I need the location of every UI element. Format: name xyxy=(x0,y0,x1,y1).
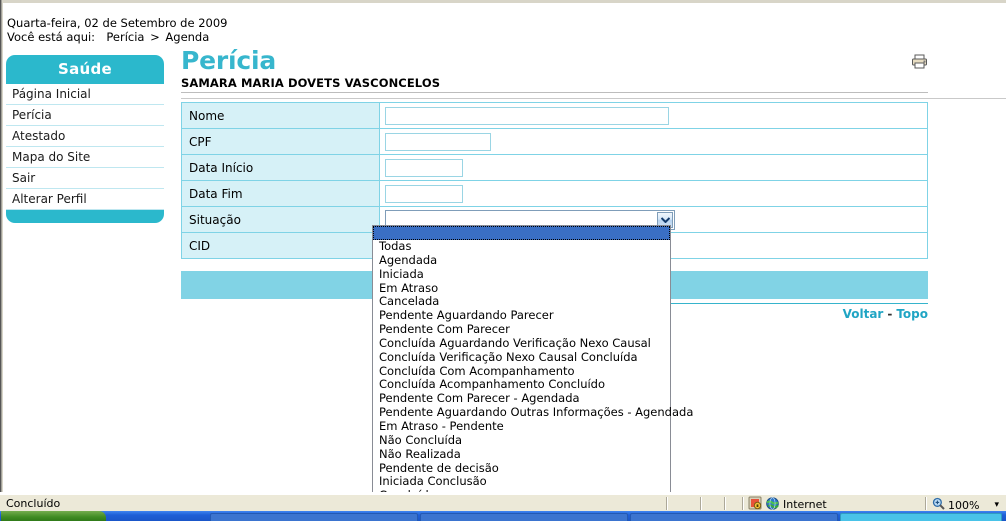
status-divider-5 xyxy=(925,497,927,510)
sidebar-footer xyxy=(6,210,164,223)
sidebar: Saúde Página Inicial Perícia Atestado Ma… xyxy=(6,55,164,223)
situacao-option[interactable]: Pendente Com Parecer xyxy=(373,322,670,337)
sidebar-item-pagina-inicial[interactable]: Página Inicial xyxy=(6,84,164,105)
situacao-option[interactable]: Pendente Aguardando Outras Informações -… xyxy=(373,405,693,420)
situacao-dropdown-list[interactable]: Todas Agendada Iniciada Em Atraso Cancelada P… xyxy=(372,225,693,492)
label-data-inicio: Data Início xyxy=(181,154,380,181)
label-cid: CID xyxy=(181,232,380,259)
taskbar-item-4[interactable] xyxy=(840,513,1002,521)
nome-input[interactable] xyxy=(385,106,669,125)
form-row-cpf: CPF xyxy=(181,128,928,155)
label-situacao: Situação xyxy=(181,206,380,233)
breadcrumb-item-pericia[interactable]: Perícia xyxy=(106,30,144,44)
situacao-option[interactable]: Não Realizada xyxy=(373,447,670,462)
situacao-option[interactable]: Concluída Verificação Nexo Causal Conclu… xyxy=(373,350,670,365)
cell-data-fim xyxy=(379,180,928,207)
taskbar xyxy=(0,511,1006,521)
situacao-option[interactable]: Concluída xyxy=(373,488,670,492)
cell-cpf xyxy=(379,128,928,155)
sidebar-item-alterar-perfil[interactable]: Alterar Perfil xyxy=(6,189,164,210)
main-header: Perícia SAMARA MARIA DOVETS VASCONCELOS xyxy=(181,47,1006,99)
label-nome: Nome xyxy=(181,102,380,129)
breadcrumb-prefix: Você está aqui: xyxy=(7,30,96,44)
form-row-data-inicio: Data Início xyxy=(181,154,928,181)
situacao-option[interactable]: Concluída Aguardando Verificação Nexo Ca… xyxy=(373,336,670,351)
status-bar: Concluído Internet 100% ▾ xyxy=(0,494,1006,512)
situacao-option[interactable]: Iniciada xyxy=(373,267,670,282)
cell-data-inicio xyxy=(379,154,928,181)
taskbar-item-3[interactable] xyxy=(630,513,838,521)
form-row-nome: Nome xyxy=(181,102,928,129)
cell-nome xyxy=(379,102,928,129)
breadcrumb: Você está aqui: Perícia > Agenda xyxy=(7,30,227,44)
status-divider-3 xyxy=(724,497,726,510)
start-button[interactable] xyxy=(1,511,106,521)
cpf-input[interactable] xyxy=(385,132,491,151)
browser-window: Quarta-feira, 02 de Setembro de 2009 Voc… xyxy=(0,0,1006,521)
zone-label: Internet xyxy=(783,498,827,511)
situacao-option[interactable]: Todas xyxy=(373,239,670,254)
sidebar-header: Saúde xyxy=(6,55,164,84)
voltar-link[interactable]: Voltar xyxy=(843,307,884,321)
situacao-option[interactable]: Em Atraso xyxy=(373,281,670,296)
footer-link-separator: - xyxy=(887,307,893,321)
situacao-option[interactable]: Concluída Com Acompanhamento xyxy=(373,364,670,379)
status-divider-1 xyxy=(666,497,668,510)
sidebar-item-sair[interactable]: Sair xyxy=(6,168,164,189)
situacao-option[interactable]: Não Concluída xyxy=(373,433,670,448)
sidebar-item-mapa-do-site[interactable]: Mapa do Site xyxy=(6,147,164,168)
page-content-area: Quarta-feira, 02 de Setembro de 2009 Voc… xyxy=(3,3,1006,492)
status-divider-4 xyxy=(742,497,744,510)
situacao-option[interactable]: Em Atraso - Pendente xyxy=(373,419,670,434)
page-title: Perícia xyxy=(181,46,277,75)
situacao-option[interactable]: Cancelada xyxy=(373,295,670,309)
data-fim-input[interactable] xyxy=(385,184,463,203)
situacao-option[interactable]: Pendente de decisão xyxy=(373,461,670,476)
situacao-option[interactable]: Pendente Com Parecer - Agendada xyxy=(373,391,670,406)
zoom-level-label: 100% xyxy=(948,498,980,512)
data-inicio-input[interactable] xyxy=(385,158,463,177)
printer-icon[interactable] xyxy=(911,54,928,70)
taskbar-item-1[interactable] xyxy=(210,513,418,521)
sidebar-item-pericia[interactable]: Perícia xyxy=(6,105,164,126)
header-divider xyxy=(181,98,1006,99)
current-date: Quarta-feira, 02 de Setembro de 2009 xyxy=(7,16,228,30)
status-text: Concluído xyxy=(6,497,61,510)
situacao-option[interactable]: Pendente Aguardando Parecer xyxy=(373,308,670,323)
subject-name: SAMARA MARIA DOVETS VASCONCELOS xyxy=(181,74,928,93)
zoom-caret-icon[interactable]: ▾ xyxy=(982,500,999,510)
label-cpf: CPF xyxy=(181,128,380,155)
situacao-option[interactable]: Agendada xyxy=(373,253,670,268)
taskbar-item-2[interactable] xyxy=(420,513,628,521)
status-divider-2 xyxy=(700,497,702,510)
label-data-fim: Data Fim xyxy=(181,180,380,207)
form-row-data-fim: Data Fim xyxy=(181,180,928,207)
sidebar-item-atestado[interactable]: Atestado xyxy=(6,126,164,147)
breadcrumb-separator: > xyxy=(150,30,160,44)
situacao-option[interactable]: Iniciada Conclusão xyxy=(373,474,670,489)
breadcrumb-item-agenda[interactable]: Agenda xyxy=(165,30,209,44)
situacao-option[interactable]: Concluída Acompanhamento Concluído xyxy=(373,378,670,392)
situacao-option[interactable] xyxy=(373,226,670,240)
page-meta: Quarta-feira, 02 de Setembro de 2009 Voc… xyxy=(7,16,227,44)
topo-link[interactable]: Topo xyxy=(896,307,928,321)
